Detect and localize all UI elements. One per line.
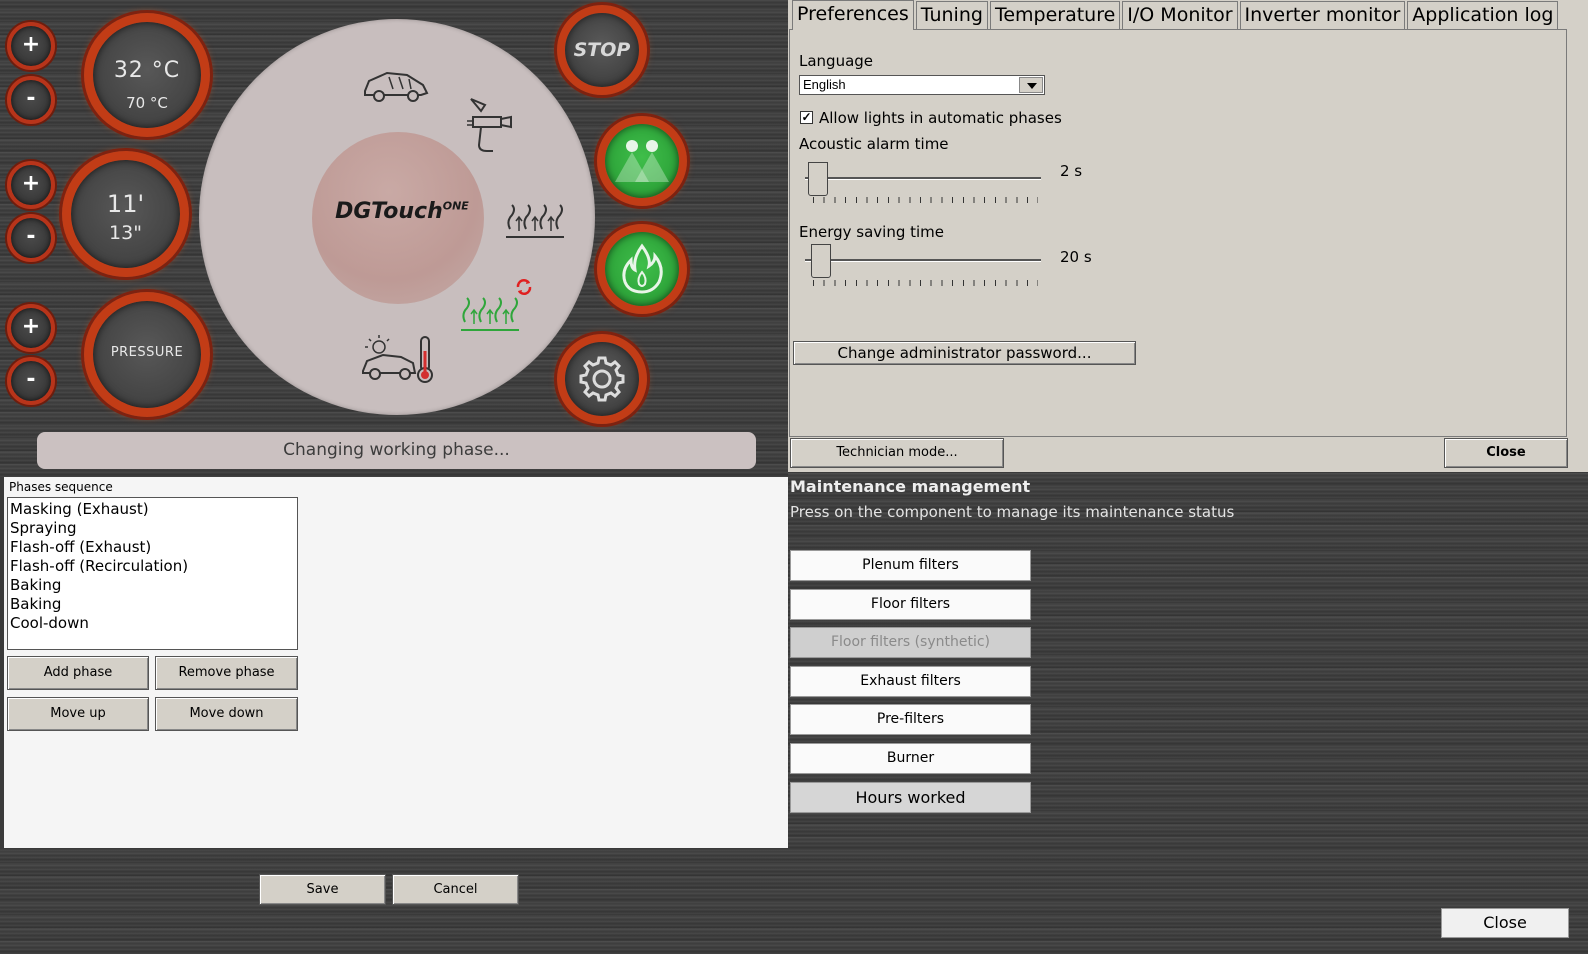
temperature-gauge[interactable]: 32 °C 70 °C bbox=[84, 13, 210, 137]
time-gauge[interactable]: 11' 13" bbox=[62, 151, 189, 277]
flash-off-exhaust-icon[interactable] bbox=[504, 203, 566, 241]
logo-main: DGTouch bbox=[335, 199, 443, 224]
preferences-dialog: Preferences Tuning Temperature I/O Monit… bbox=[788, 0, 1588, 472]
preferences-pane: Language English ✓ Allow lights in autom… bbox=[789, 29, 1567, 437]
time-plus-button[interactable]: + bbox=[7, 161, 55, 209]
floor-filters-synthetic-button[interactable]: Floor filters (synthetic) bbox=[790, 627, 1031, 658]
dgtouch-logo: DGTouchONE bbox=[317, 199, 487, 224]
move-up-button[interactable]: Move up bbox=[7, 697, 149, 731]
language-value: English bbox=[803, 77, 846, 92]
lights-checkbox[interactable]: ✓ bbox=[800, 111, 813, 124]
temperature-secondary: 70 °C bbox=[126, 94, 168, 112]
lights-label: Allow lights in automatic phases bbox=[819, 109, 1062, 127]
tab-tuning[interactable]: Tuning bbox=[915, 1, 988, 29]
list-item[interactable]: Spraying bbox=[10, 519, 297, 538]
tab-application-log[interactable]: Application log bbox=[1407, 1, 1559, 29]
flash-off-recirculation-icon[interactable] bbox=[459, 296, 521, 334]
time-minutes: 11' bbox=[106, 190, 145, 218]
car-masking-icon[interactable] bbox=[361, 67, 431, 103]
spray-booth-button[interactable] bbox=[597, 116, 687, 206]
maintenance-title: Maintenance management bbox=[790, 477, 1031, 496]
alarm-slider-thumb[interactable] bbox=[808, 162, 828, 196]
change-password-button[interactable]: Change administrator password... bbox=[793, 341, 1136, 365]
technician-mode-button[interactable]: Technician mode... bbox=[790, 438, 1004, 468]
maint-close-button[interactable]: Close bbox=[1441, 908, 1569, 938]
phases-list[interactable]: Masking (Exhaust) Spraying Flash-off (Ex… bbox=[7, 497, 298, 650]
plenum-filters-button[interactable]: Plenum filters bbox=[790, 550, 1031, 581]
refresh-icon bbox=[516, 279, 532, 295]
pressure-gauge[interactable]: PRESSURE bbox=[84, 292, 210, 417]
burner-button[interactable] bbox=[597, 224, 687, 314]
add-phase-button[interactable]: Add phase bbox=[7, 656, 149, 690]
list-item[interactable]: Baking bbox=[10, 576, 297, 595]
energy-label: Energy saving time bbox=[799, 223, 945, 241]
alarm-slider-ticks bbox=[813, 197, 1038, 203]
gear-icon bbox=[579, 356, 625, 402]
control-panel: + - + - + - 32 °C 70 °C 11' 13" PRESSURE… bbox=[0, 0, 790, 477]
temperature-setpoint: 32 °C bbox=[113, 58, 181, 83]
energy-slider-thumb[interactable] bbox=[811, 244, 831, 278]
time-minus-button[interactable]: - bbox=[7, 214, 55, 262]
chevron-down-icon[interactable] bbox=[1019, 77, 1043, 93]
burner-maint-button[interactable]: Burner bbox=[790, 743, 1031, 774]
maintenance-subtitle: Press on the component to manage its mai… bbox=[790, 503, 1235, 521]
maintenance-panel: Maintenance management Press on the comp… bbox=[788, 472, 1588, 954]
stop-label: STOP bbox=[573, 39, 631, 61]
logo-sup: ONE bbox=[442, 199, 469, 213]
pressure-plus-button[interactable]: + bbox=[7, 304, 55, 352]
spray-booth-icon bbox=[615, 140, 669, 182]
tab-temperature[interactable]: Temperature bbox=[989, 1, 1121, 29]
alarm-value: 2 s bbox=[1060, 162, 1083, 180]
phases-panel: Phases sequence Masking (Exhaust) Sprayi… bbox=[4, 477, 790, 848]
floor-filters-button[interactable]: Floor filters bbox=[790, 589, 1031, 620]
list-item[interactable]: Baking bbox=[10, 595, 297, 614]
tab-bar: Preferences Tuning Temperature I/O Monit… bbox=[792, 0, 1560, 30]
car-baking-icon[interactable] bbox=[361, 333, 435, 385]
language-label: Language bbox=[799, 52, 874, 70]
phase-wheel: DGTouchONE bbox=[199, 19, 595, 415]
pressure-minus-button[interactable]: - bbox=[7, 357, 55, 405]
list-item[interactable]: Cool-down bbox=[10, 614, 297, 633]
hours-worked-button[interactable]: Hours worked bbox=[790, 782, 1031, 813]
tab-inverter-monitor[interactable]: Inverter monitor bbox=[1239, 1, 1406, 29]
prefs-close-button[interactable]: Close bbox=[1444, 438, 1568, 468]
language-select[interactable]: English bbox=[799, 75, 1045, 95]
remove-phase-button[interactable]: Remove phase bbox=[155, 656, 298, 690]
pre-filters-button[interactable]: Pre-filters bbox=[790, 704, 1031, 735]
time-seconds: 13" bbox=[109, 222, 142, 244]
list-item[interactable]: Masking (Exhaust) bbox=[10, 500, 297, 519]
spray-gun-icon[interactable] bbox=[465, 97, 517, 155]
tab-preferences[interactable]: Preferences bbox=[792, 0, 914, 30]
settings-button[interactable] bbox=[557, 334, 647, 424]
temp-plus-button[interactable]: + bbox=[7, 22, 55, 70]
temp-minus-button[interactable]: - bbox=[7, 76, 55, 124]
alarm-slider-track[interactable] bbox=[805, 177, 1041, 180]
phases-title: Phases sequence bbox=[9, 480, 113, 494]
list-item[interactable]: Flash-off (Recirculation) bbox=[10, 557, 297, 576]
energy-value: 20 s bbox=[1060, 248, 1092, 266]
tab-io-monitor[interactable]: I/O Monitor bbox=[1122, 1, 1238, 29]
move-down-button[interactable]: Move down bbox=[155, 697, 298, 731]
status-bar: Changing working phase... bbox=[37, 432, 756, 469]
cancel-button[interactable]: Cancel bbox=[392, 874, 519, 905]
exhaust-filters-button[interactable]: Exhaust filters bbox=[790, 666, 1031, 697]
pressure-label: PRESSURE bbox=[110, 345, 184, 360]
save-button[interactable]: Save bbox=[259, 874, 386, 905]
energy-slider-track[interactable] bbox=[805, 259, 1041, 262]
flame-icon bbox=[622, 243, 663, 294]
alarm-label: Acoustic alarm time bbox=[799, 135, 949, 153]
energy-slider-ticks bbox=[813, 280, 1038, 286]
list-item[interactable]: Flash-off (Exhaust) bbox=[10, 538, 297, 557]
stop-button[interactable]: STOP bbox=[557, 5, 647, 95]
